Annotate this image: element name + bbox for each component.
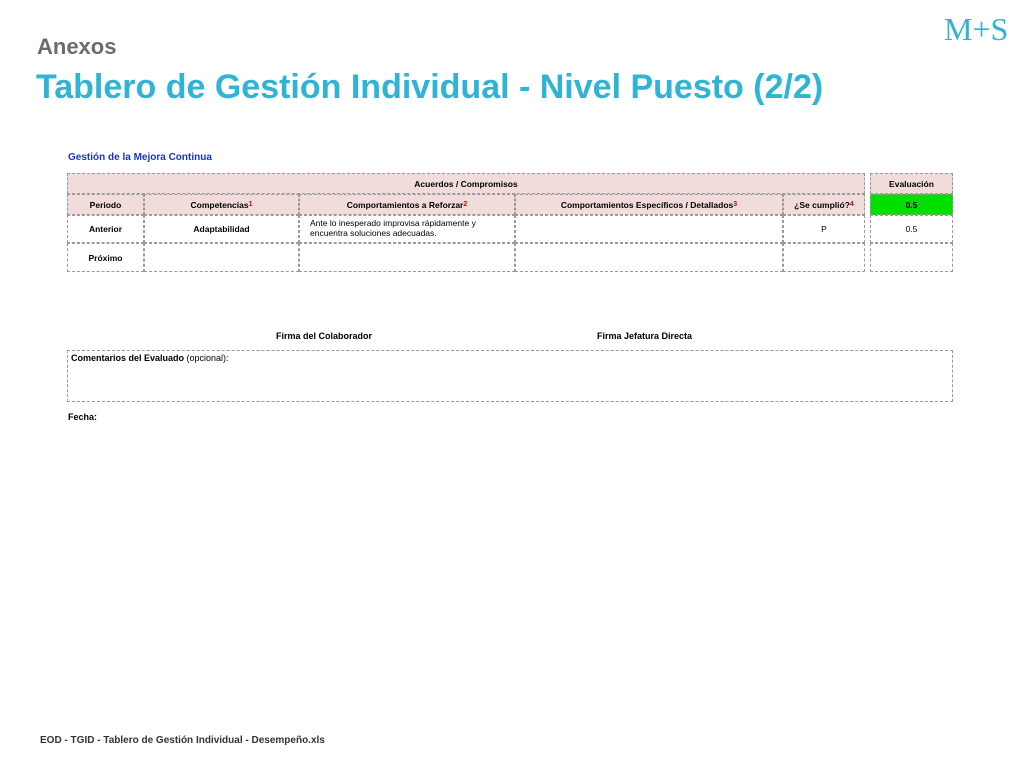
column-header-competencias: Competencias 1 <box>144 194 299 215</box>
row-proximo-cumplio <box>783 243 865 272</box>
column-header-cumplio: ¿Se cumplió? 4 <box>783 194 865 215</box>
section-subtitle: Anexos <box>37 34 117 59</box>
fecha-label: Fecha: <box>68 412 98 422</box>
logo-text: M+S <box>944 11 1008 46</box>
footer-filename: EOD - TGID - Tablero de Gestión Individu… <box>40 735 325 746</box>
row-anterior-competencia: Adaptabilidad <box>144 215 299 243</box>
row-proximo-competencia <box>144 243 299 272</box>
group-header: Acuerdos / Compromisos <box>67 173 865 194</box>
comments-box[interactable]: Comentarios del Evaluado (opcional): <box>67 350 953 402</box>
section-title: Gestión de la Mejora Continua <box>68 152 212 163</box>
row-proximo-period: Próximo <box>67 243 144 272</box>
column-header-label: Competencias <box>190 199 249 210</box>
row-anterior-reforzar: Ante lo inesperado improvisa rápidamente… <box>299 215 515 243</box>
column-header-reforzar: Comportamientos a Reforzar 2 <box>299 194 515 215</box>
row-anterior-evaluacion: 0.5 <box>870 215 953 243</box>
signature-jefatura: Firma Jefatura Directa <box>597 331 693 341</box>
row-anterior-period: Anterior <box>67 215 144 243</box>
column-header-label: Comportamientos Específicos / Detallados <box>560 199 734 210</box>
row-proximo-reforzar <box>299 243 515 272</box>
row-proximo-especificos <box>515 243 783 272</box>
row-proximo-evaluacion <box>870 243 953 272</box>
row-anterior-cumplio: P <box>783 215 865 243</box>
column-header-period: Periodo <box>67 194 144 215</box>
evaluation-header: Evaluación <box>870 173 953 194</box>
signature-colaborador: Firma del Colaborador <box>276 331 373 341</box>
row-anterior-especificos <box>515 215 783 243</box>
evaluation-score-highlight: 0.5 <box>870 194 953 215</box>
column-header-label: Comportamientos a Reforzar <box>346 199 464 210</box>
ms-logo: M+S <box>944 11 1008 46</box>
column-header-label: ¿Se cumplió? <box>794 199 850 210</box>
page-title: Tablero de Gestión Individual - Nivel Pu… <box>36 68 824 106</box>
comments-label: Comentarios del Evaluado <box>71 353 185 363</box>
column-header-especificos: Comportamientos Específicos / Detallados… <box>515 194 783 215</box>
comments-optional: (opcional): <box>184 353 229 363</box>
